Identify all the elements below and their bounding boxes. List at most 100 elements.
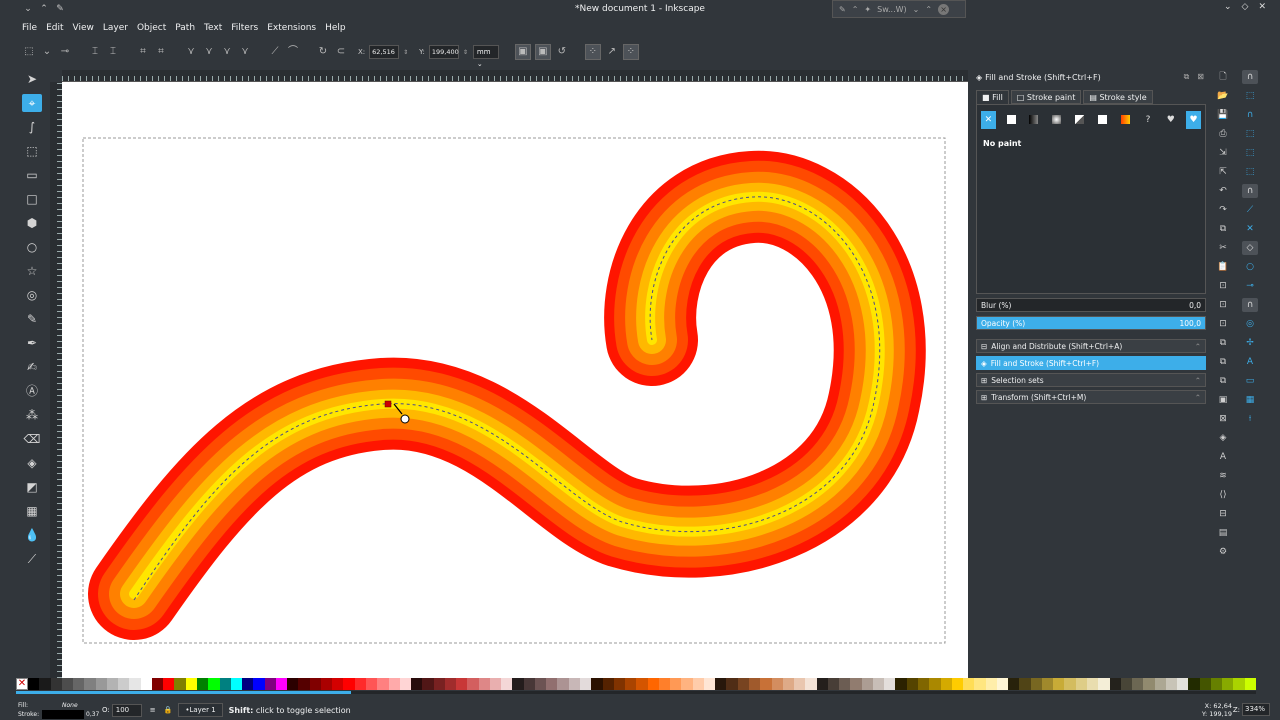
snap-others-icon[interactable]: ∩ <box>1242 298 1258 312</box>
unset-paint-button[interactable]: ? <box>1141 111 1156 129</box>
palette-swatch[interactable] <box>287 678 299 690</box>
palette-swatch[interactable] <box>546 678 558 690</box>
align-distribute-icon[interactable]: ⊟ <box>1216 507 1230 521</box>
palette-swatch[interactable] <box>1177 678 1189 690</box>
horizontal-ruler[interactable] <box>62 70 968 82</box>
palette-swatch[interactable] <box>140 678 152 690</box>
node-icon[interactable]: ⌖ <box>22 94 42 112</box>
delete-node-icon[interactable]: ⌶ <box>88 45 102 59</box>
palette-swatch[interactable] <box>647 678 659 690</box>
zoom-selection-icon[interactable]: ⊡ <box>1216 279 1230 293</box>
spiral-icon[interactable]: ◎ <box>22 286 42 304</box>
x-coordinate-input[interactable]: 62,516 <box>369 45 400 59</box>
palette-swatch[interactable] <box>309 678 321 690</box>
layer-menu-icon[interactable]: ≡ <box>150 706 156 714</box>
blur-field[interactable]: Blur (%) 0,0 <box>976 298 1206 312</box>
palette-swatch[interactable] <box>782 678 795 690</box>
measure-icon[interactable]: ▭ <box>22 166 42 184</box>
menu-file[interactable]: File <box>22 23 37 33</box>
group-icon[interactable]: ▣ <box>1216 393 1230 407</box>
node-cusp-icon[interactable]: ⋎ <box>184 45 198 59</box>
palette-swatch[interactable] <box>106 678 119 690</box>
palette-swatch[interactable] <box>749 678 761 690</box>
show-outline-icon[interactable]: ↺ <box>555 45 569 59</box>
palette-swatch[interactable] <box>343 678 355 690</box>
break-path-icon[interactable]: ⌗ <box>136 45 150 59</box>
text-font-icon[interactable]: A <box>1216 450 1230 464</box>
palette-swatch[interactable] <box>388 678 400 690</box>
dock-float-icon[interactable]: ⧉ <box>1184 72 1190 82</box>
layer-select[interactable]: •Layer 1 <box>178 703 223 717</box>
path-effect-icon[interactable]: ⁘ <box>622 44 639 60</box>
palette-swatch[interactable] <box>1154 678 1166 690</box>
tab-stroke-paint[interactable]: □ Stroke paint <box>1010 90 1082 104</box>
palette-swatch[interactable] <box>230 678 243 690</box>
preferences-icon[interactable]: ⚙ <box>1216 545 1230 559</box>
snap-intersection-icon[interactable]: ✕ <box>1242 222 1258 236</box>
flat-color-button[interactable] <box>1004 111 1019 129</box>
new-document-icon[interactable]: 🗋 <box>1216 70 1230 84</box>
palette-swatch[interactable] <box>377 678 389 690</box>
palette-swatch[interactable] <box>501 678 513 690</box>
zoom-page-icon[interactable]: ⊡ <box>1216 317 1230 331</box>
paste-icon[interactable]: 📋 <box>1216 260 1230 274</box>
pencil-icon[interactable]: ✎ <box>22 310 42 328</box>
zoom-icon[interactable]: ⬚ <box>22 142 42 160</box>
menu-text[interactable]: Text <box>204 23 222 33</box>
menu-layer[interactable]: Layer <box>103 23 128 33</box>
snap-text-baseline-icon[interactable]: A <box>1242 355 1258 369</box>
palette-swatch[interactable] <box>95 678 107 690</box>
bucket-icon[interactable]: ◈ <box>22 454 42 472</box>
segment-line-icon[interactable]: ⟋ <box>268 45 282 59</box>
edit-mask-icon[interactable]: ↗ <box>605 45 619 59</box>
minimize-icon[interactable]: ⌄ <box>1224 2 1232 12</box>
redo-icon[interactable]: ↷ <box>1216 203 1230 217</box>
snap-smooth-icon[interactable]: ○ <box>1242 260 1258 274</box>
node-symmetric-icon[interactable]: ⋎ <box>220 45 234 59</box>
palette-swatch[interactable] <box>996 678 1009 690</box>
palette-swatch[interactable] <box>827 678 840 690</box>
snap-toggle-icon[interactable]: ∩ <box>1242 70 1258 84</box>
floating-window-bar[interactable]: ✎ ⌃ ✦ Sw...W) ⌄ ⌃ × <box>832 0 966 18</box>
connector-icon[interactable]: ⟋ <box>22 550 42 568</box>
zoom-input[interactable]: 334% <box>1242 703 1270 716</box>
palette-swatch[interactable] <box>670 678 682 690</box>
palette-swatch[interactable] <box>591 678 603 690</box>
drawing-canvas[interactable] <box>62 82 968 678</box>
palette-swatch[interactable] <box>703 678 716 690</box>
dock-item-selection-sets[interactable]: ⊞ Selection sets ⌃ <box>976 373 1206 387</box>
dropper-icon[interactable]: 💧 <box>22 526 42 544</box>
dock-item-fill-stroke[interactable]: ◈ Fill and Stroke (Shift+Ctrl+F) <box>976 356 1206 370</box>
palette-swatch[interactable] <box>1053 678 1065 690</box>
palette-swatch[interactable] <box>850 678 862 690</box>
palette-swatch[interactable] <box>151 678 164 690</box>
palette-swatch[interactable] <box>839 678 851 690</box>
palette-swatch[interactable] <box>737 678 749 690</box>
swatch-button[interactable] <box>1118 111 1133 129</box>
stroke-to-path-icon[interactable]: ⊂ <box>334 45 348 59</box>
palette-swatch[interactable] <box>174 678 186 690</box>
palette-swatch[interactable] <box>816 678 828 690</box>
unlink-clone-icon[interactable]: ⧉ <box>1216 374 1230 388</box>
x-spin-icon[interactable]: ⇕ <box>403 49 409 56</box>
palette-swatch[interactable] <box>399 678 412 690</box>
palette-swatch[interactable] <box>185 678 197 690</box>
palette-swatch[interactable] <box>1233 678 1245 690</box>
close-icon[interactable]: × <box>938 3 950 15</box>
palette-swatch[interactable] <box>444 678 457 690</box>
palette-swatch[interactable] <box>580 678 592 690</box>
menu-extensions[interactable]: Extensions <box>267 23 316 33</box>
open-icon[interactable]: 📂 <box>1216 89 1230 103</box>
select-all-nodes-icon[interactable]: ⬚ <box>22 45 36 59</box>
palette-swatch[interactable] <box>467 678 479 690</box>
palette-swatch[interactable] <box>951 678 964 690</box>
palette-swatch[interactable] <box>895 678 907 690</box>
xml-editor-icon[interactable]: ⟨⟩ <box>1216 488 1230 502</box>
palette-swatch[interactable] <box>50 678 62 690</box>
palette-swatch[interactable] <box>715 678 727 690</box>
palette-swatch[interactable] <box>39 678 51 690</box>
palette-swatch[interactable] <box>84 678 96 690</box>
no-paint-button[interactable]: ✕ <box>981 111 996 129</box>
eraser-icon[interactable]: ⌫ <box>22 430 42 448</box>
opacity-status-input[interactable]: 100 <box>111 703 142 717</box>
